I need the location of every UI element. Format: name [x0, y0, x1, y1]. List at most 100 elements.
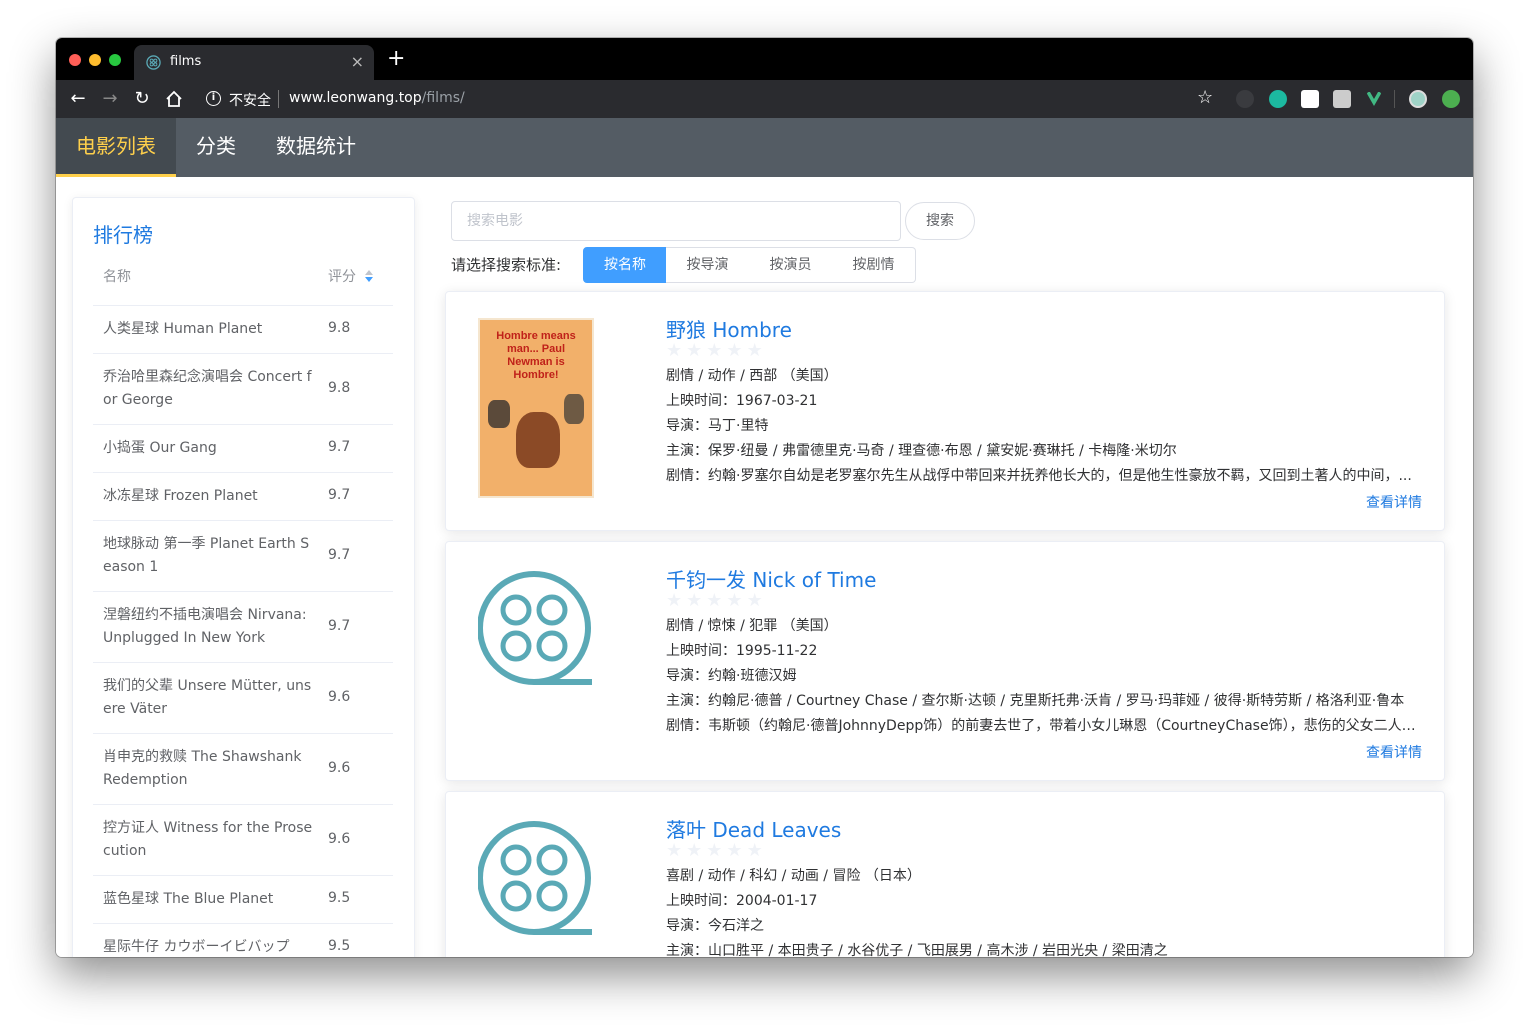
ranking-row[interactable]: 乔治哈里森纪念演唱会 Concert for George 9.8 — [93, 354, 393, 425]
star-icon[interactable]: ★ — [686, 590, 702, 611]
star-icon[interactable]: ★ — [747, 840, 763, 861]
film-title[interactable]: 千钧一发 Nick of Time — [666, 564, 876, 593]
extension-icon[interactable] — [1333, 90, 1351, 108]
ranking-row[interactable]: 涅磐纽约不插电演唱会 Nirvana: Unplugged In New Yor… — [93, 592, 393, 663]
home-icon[interactable] — [165, 90, 183, 108]
star-icon[interactable]: ★ — [686, 840, 702, 861]
security-indicator[interactable]: 不安全 — [229, 90, 271, 110]
ranking-film-name: 乔治哈里森纪念演唱会 Concert for George — [103, 369, 312, 408]
film-cast: 主演：保罗·纽曼 / 弗雷德里克·马奇 / 理查德·布恩 / 黛安妮·赛琳托 /… — [666, 443, 1177, 459]
film-director: 导演：马丁·里特 — [666, 418, 769, 434]
film-card: 落叶 Dead Leaves ★ ★ ★ ★ ★ 喜剧 / 动作 / 科幻 / 动画 / 冒… — [445, 791, 1445, 957]
star-icon[interactable]: ★ — [666, 340, 682, 361]
poster-tagline: Hombre means man... Paul Newman is Hombr… — [496, 330, 576, 381]
ranking-film-score: 9.7 — [328, 487, 351, 503]
film-release-date: 上映时间：1967-03-21 — [666, 393, 818, 409]
vue-devtools-icon[interactable] — [1365, 90, 1383, 108]
new-tab-button[interactable]: + — [387, 48, 405, 70]
toolbar-separator — [1394, 90, 1395, 108]
tab-bar: films × + — [56, 38, 1473, 80]
ranking-film-score: 9.7 — [328, 546, 351, 563]
ranking-row[interactable]: 肖申克的救赎 The Shawshank Redemption 9.6 — [93, 734, 393, 805]
star-icon[interactable]: ★ — [726, 840, 742, 861]
view-details-link[interactable]: 查看详情 — [1366, 492, 1422, 512]
ranking-card: 排行榜 名称 评分 人类星球 Human Planet 9.8 乔治哈里森纪念演唱会… — [72, 197, 415, 957]
maximize-window-button[interactable] — [109, 54, 121, 66]
ranking-film-score: 9.5 — [328, 938, 351, 954]
search-button[interactable]: 搜索 — [905, 202, 975, 240]
search-by-plot-button[interactable]: 按剧情 — [832, 247, 916, 283]
back-arrow-icon[interactable]: ← — [66, 87, 90, 111]
ranking-film-score: 9.8 — [328, 320, 351, 336]
ranking-film-name: 肖申克的救赎 The Shawshank Redemption — [103, 749, 302, 788]
url-separator — [278, 90, 279, 108]
star-icon[interactable]: ★ — [747, 590, 763, 611]
search-input[interactable]: 搜索电影 — [451, 201, 901, 241]
close-window-button[interactable] — [69, 54, 81, 66]
nav-item-statistics[interactable]: 数据统计 — [256, 118, 376, 177]
url-path: /films/ — [421, 90, 465, 106]
ranking-row[interactable]: 蓝色星球 The Blue Planet 9.5 — [93, 876, 393, 924]
ranking-row[interactable]: 我们的父辈 Unsere Mütter, unsere Väter 9.6 — [93, 663, 393, 734]
search-by-actor-button[interactable]: 按演员 — [749, 247, 833, 283]
film-title[interactable]: 野狼 Hombre — [666, 314, 792, 343]
update-icon[interactable] — [1442, 90, 1460, 108]
view-details-link[interactable]: 查看详情 — [1366, 742, 1422, 762]
tab-title: films — [170, 54, 202, 69]
star-icon[interactable]: ★ — [706, 840, 722, 861]
ranking-row[interactable]: 人类星球 Human Planet 9.8 — [93, 306, 393, 354]
film-reel-icon[interactable] — [477, 820, 594, 957]
search-by-name-button[interactable]: 按名称 — [583, 247, 667, 283]
ranking-row[interactable]: 星际牛仔 カウボーイビバップ 9.5 — [93, 924, 393, 957]
nav-item-film-list[interactable]: 电影列表 — [56, 118, 176, 177]
film-genre: 喜剧 / 动作 / 科幻 / 动画 / 冒险 （日本） — [666, 868, 921, 884]
star-icon[interactable]: ★ — [706, 590, 722, 611]
ranking-film-name: 控方证人 Witness for the Prosecution — [103, 820, 313, 859]
sort-caret-icon[interactable] — [364, 269, 374, 283]
film-title[interactable]: 落叶 Dead Leaves — [666, 814, 841, 843]
ranking-row[interactable]: 地球脉动 第一季 Planet Earth Season 1 9.7 — [93, 521, 393, 592]
minimize-window-button[interactable] — [89, 54, 101, 66]
film-reel-icon[interactable] — [477, 570, 594, 750]
ranking-film-score: 9.6 — [328, 688, 351, 705]
ranking-row[interactable]: 小捣蛋 Our Gang 9.7 — [93, 425, 393, 473]
info-icon[interactable]: i — [206, 91, 221, 106]
ranking-film-name: 地球脉动 第一季 Planet Earth Season 1 — [103, 536, 310, 575]
address-bar[interactable]: www.leonwang.top/films/ — [289, 90, 465, 106]
star-icon[interactable]: ★ — [666, 840, 682, 861]
star-icon[interactable]: ★ — [726, 340, 742, 361]
column-score[interactable]: 评分 — [328, 266, 356, 286]
star-icon[interactable]: ★ — [747, 340, 763, 361]
ranking-film-name: 我们的父辈 Unsere Mütter, unsere Väter — [103, 678, 312, 717]
forward-arrow-icon[interactable]: → — [98, 87, 122, 111]
film-poster[interactable]: Hombre means man... Paul Newman is Hombr… — [478, 318, 594, 498]
ranking-row[interactable]: 冰冻星球 Frozen Planet 9.7 — [93, 473, 393, 521]
tab-close-icon[interactable]: × — [351, 52, 364, 71]
nav-item-categories[interactable]: 分类 — [176, 118, 256, 177]
rating-stars[interactable]: ★ ★ ★ ★ ★ — [666, 840, 767, 861]
reload-icon[interactable]: ↻ — [130, 87, 154, 111]
star-icon[interactable]: ★ — [666, 590, 682, 611]
ranking-title: 排行榜 — [93, 223, 153, 247]
bookmark-star-icon[interactable]: ☆ — [1197, 87, 1213, 108]
ranking-film-name: 人类星球 Human Planet — [103, 321, 263, 337]
film-release-date: 上映时间：2004-01-17 — [666, 893, 818, 909]
browser-tab[interactable]: films × — [134, 45, 374, 80]
film-director: 导演：约翰·班德汉姆 — [666, 668, 797, 684]
extension-icon[interactable] — [1269, 90, 1287, 108]
star-icon[interactable]: ★ — [706, 340, 722, 361]
ranking-film-score: 9.5 — [328, 890, 351, 906]
poster-portrait — [516, 412, 560, 468]
url-host: www.leonwang.top — [289, 90, 422, 106]
extension-icon[interactable] — [1236, 90, 1254, 108]
ranking-film-score: 9.7 — [328, 617, 351, 634]
rating-stars[interactable]: ★ ★ ★ ★ ★ — [666, 340, 767, 361]
rating-stars[interactable]: ★ ★ ★ ★ ★ — [666, 590, 767, 611]
star-icon[interactable]: ★ — [686, 340, 702, 361]
cloud-extension-icon[interactable] — [1301, 90, 1319, 108]
profile-avatar[interactable] — [1409, 90, 1427, 108]
star-icon[interactable]: ★ — [726, 590, 742, 611]
ranking-table-header: 名称 评分 — [93, 260, 393, 306]
search-by-director-button[interactable]: 按导演 — [666, 247, 750, 283]
ranking-row[interactable]: 控方证人 Witness for the Prosecution 9.6 — [93, 805, 393, 876]
